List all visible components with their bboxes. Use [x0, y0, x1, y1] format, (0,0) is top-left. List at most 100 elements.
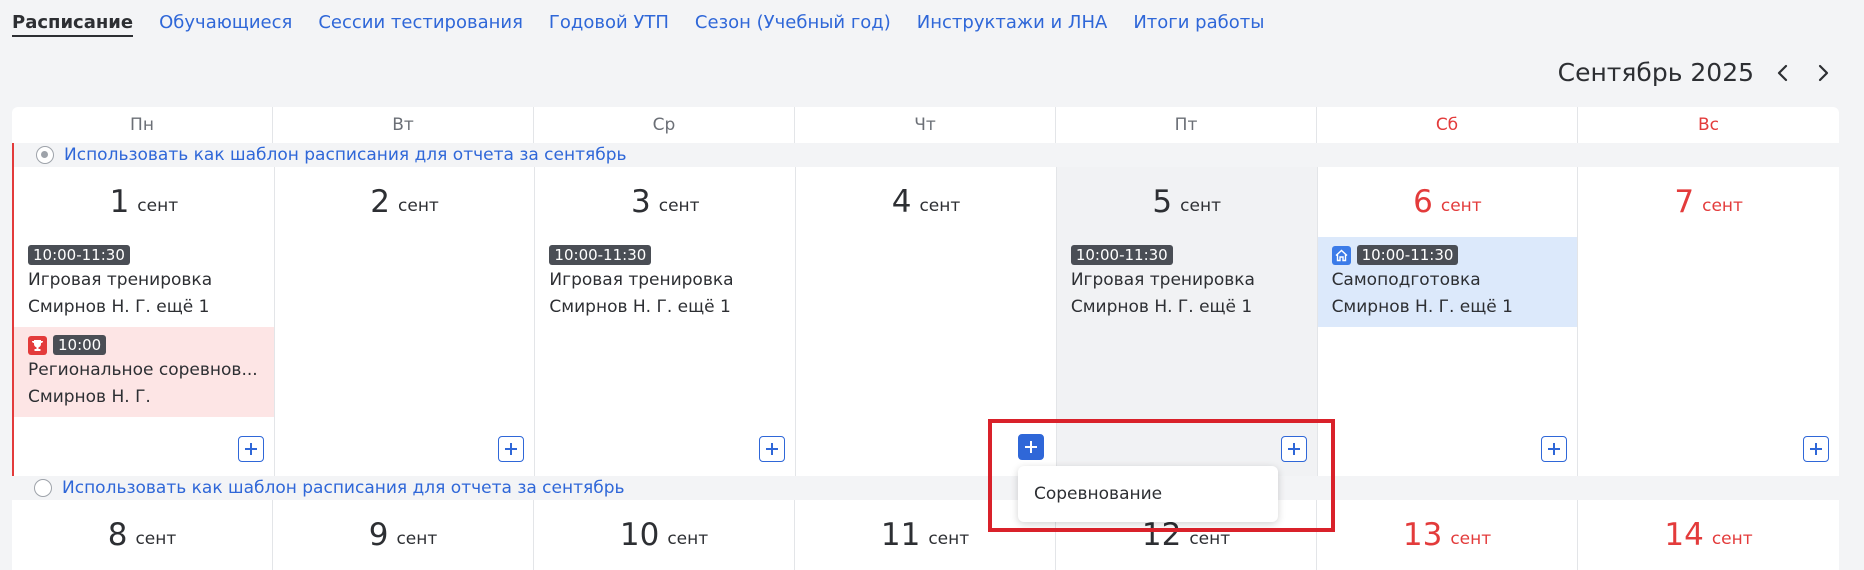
event-time: 10:00-11:30 [1070, 245, 1173, 265]
event-time: 10:00 [53, 335, 107, 355]
day-cell[interactable]: 10 сент [534, 500, 795, 570]
day-header: 4 сент [796, 167, 1056, 237]
week-2-template-toggle[interactable]: Использовать как шаблон расписания для о… [12, 476, 1839, 500]
prev-month-button[interactable] [1772, 61, 1794, 85]
day-header: 11 сент [795, 500, 1055, 570]
tab-briefings[interactable]: Инструктажи и ЛНА [917, 12, 1108, 37]
day-cell[interactable]: 3 сент 10:00-11:30 Игровая тренировка См… [535, 167, 797, 476]
day-header: 1 сент [14, 167, 274, 237]
day-cell[interactable]: 13 сент [1317, 500, 1578, 570]
weekday-tue: Вт [273, 107, 534, 143]
day-number: 5 [1152, 184, 1173, 220]
next-month-button[interactable] [1812, 61, 1834, 85]
day-month: сент [398, 196, 439, 216]
month-nav: Сентябрь 2025 [1558, 58, 1834, 87]
add-event-button[interactable] [237, 436, 264, 462]
add-event-dropdown: Соревнование [1018, 466, 1278, 522]
day-number: 11 [880, 517, 921, 553]
day-cell-selected[interactable]: 5 сент 10:00-11:30 Игровая тренировка См… [1056, 167, 1318, 476]
day-month: сент [919, 196, 961, 216]
month-title: Сентябрь 2025 [1557, 58, 1754, 87]
week-2-template-label: Использовать как шаблон расписания для о… [62, 478, 625, 498]
top-tabs: Расписание Обучающиеся Сессии тестирован… [12, 12, 1264, 37]
week-2: Использовать как шаблон расписания для о… [12, 476, 1839, 570]
chevron-right-icon [1818, 64, 1829, 81]
tab-schedule[interactable]: Расписание [12, 12, 134, 37]
plus-icon [505, 443, 518, 455]
day-cell[interactable]: 1 сент 10:00-11:30 Игровая тренировка См… [14, 167, 275, 476]
day-header: 9 сент [273, 500, 533, 570]
tab-test-sessions[interactable]: Сессии тестирования [318, 12, 523, 37]
day-number: 7 [1674, 184, 1695, 220]
event-training[interactable]: 10:00-11:30 Игровая тренировка Смирнов Н… [1057, 237, 1317, 327]
add-event-button[interactable] [498, 436, 525, 462]
week-2-radio[interactable] [34, 479, 52, 497]
trophy-icon [28, 335, 47, 355]
weekday-wed: Ср [534, 107, 795, 143]
day-number: 14 [1664, 517, 1704, 553]
home-icon [1331, 245, 1351, 265]
day-header: 8 сент [12, 500, 272, 570]
week-1-days: 1 сент 10:00-11:30 Игровая тренировка См… [14, 167, 1839, 476]
day-month: сент [1180, 196, 1221, 216]
plus-icon [1810, 443, 1822, 455]
event-title: Игровая тренировка [549, 270, 734, 290]
day-month: сент [1450, 529, 1492, 549]
day-cell[interactable]: 7 сент [1578, 167, 1839, 476]
day-header: 3 сент [535, 167, 795, 237]
day-month: сент [1711, 529, 1753, 549]
event-title: Региональное соревнов... [28, 360, 258, 380]
tab-students[interactable]: Обучающиеся [159, 12, 292, 37]
event-competition[interactable]: 10:00 Региональное соревнов... Смирнов Н… [14, 327, 274, 417]
tab-season[interactable]: Сезон (Учебный год) [695, 12, 891, 37]
day-number: 6 [1413, 184, 1433, 220]
day-number: 3 [631, 184, 651, 220]
chevron-left-icon [1777, 64, 1788, 81]
day-number: 9 [368, 517, 389, 553]
event-self-training[interactable]: 10:00-11:30 Самоподготовка Смирнов Н. Г.… [1317, 237, 1578, 327]
day-cell[interactable]: 9 сент [273, 500, 534, 570]
day-number: 12 [1141, 517, 1182, 553]
day-cell[interactable]: 14 сент [1578, 500, 1839, 570]
event-training[interactable]: 10:00-11:30 Игровая тренировка Смирнов Н… [535, 237, 795, 327]
event-title: Игровая тренировка [28, 270, 213, 290]
day-month: сент [137, 196, 179, 216]
tab-results[interactable]: Итоги работы [1133, 12, 1264, 37]
day-month: сент [135, 529, 177, 549]
dropdown-item-competition[interactable]: Соревнование [1034, 484, 1162, 504]
day-header: 14 сент [1578, 500, 1839, 570]
event-training[interactable]: 10:00-11:30 Игровая тренировка Смирнов Н… [14, 237, 274, 327]
plus-icon [1287, 443, 1300, 455]
add-event-button-active[interactable] [1018, 434, 1044, 460]
add-event-button[interactable] [1803, 436, 1829, 462]
day-number: 2 [370, 184, 391, 220]
week-1-template-label: Использовать как шаблон расписания для о… [64, 145, 627, 165]
calendar: Пн Вт Ср Чт Пт Сб Вс Использовать как ша… [12, 107, 1839, 570]
add-event-button[interactable] [1280, 436, 1307, 462]
day-month: сент [1189, 529, 1231, 549]
add-event-button[interactable] [1541, 436, 1568, 462]
day-cell[interactable]: 4 сент [796, 167, 1057, 476]
tab-annual-plan[interactable]: Годовой УТП [549, 12, 669, 37]
event-participants: Смирнов Н. Г. ещё 1 [1070, 297, 1253, 317]
week-1: Использовать как шаблон расписания для о… [12, 143, 1839, 476]
week-1-template-toggle[interactable]: Использовать как шаблон расписания для о… [14, 143, 1839, 167]
day-number: 10 [619, 517, 660, 553]
event-participants: Смирнов Н. Г. ещё 1 [549, 297, 731, 317]
event-participants: Смирнов Н. Г. ещё 1 [28, 297, 210, 317]
plus-icon [1548, 443, 1561, 455]
week-2-days: 8 сент 9 сент 10 сент 11 сент 12 сент 13… [12, 500, 1839, 570]
day-month: сент [396, 529, 438, 549]
day-cell[interactable]: 8 сент [12, 500, 273, 570]
day-number: 8 [107, 517, 128, 553]
day-cell[interactable]: 11 сент [795, 500, 1056, 570]
week-1-radio[interactable] [36, 146, 54, 164]
day-header: 2 сент [275, 167, 535, 237]
weekday-sun: Вс [1697, 115, 1719, 135]
weekday-header: Пн Вт Ср Чт Пт Сб Вс [12, 107, 1839, 143]
day-cell[interactable]: 2 сент [275, 167, 536, 476]
day-cell[interactable]: 6 сент 10:00-11:30 Самоподготовка Смирно… [1317, 167, 1579, 476]
day-number: 4 [891, 184, 912, 220]
event-participants: Смирнов Н. Г. ещё 1 [1331, 297, 1513, 317]
add-event-button[interactable] [759, 436, 786, 462]
